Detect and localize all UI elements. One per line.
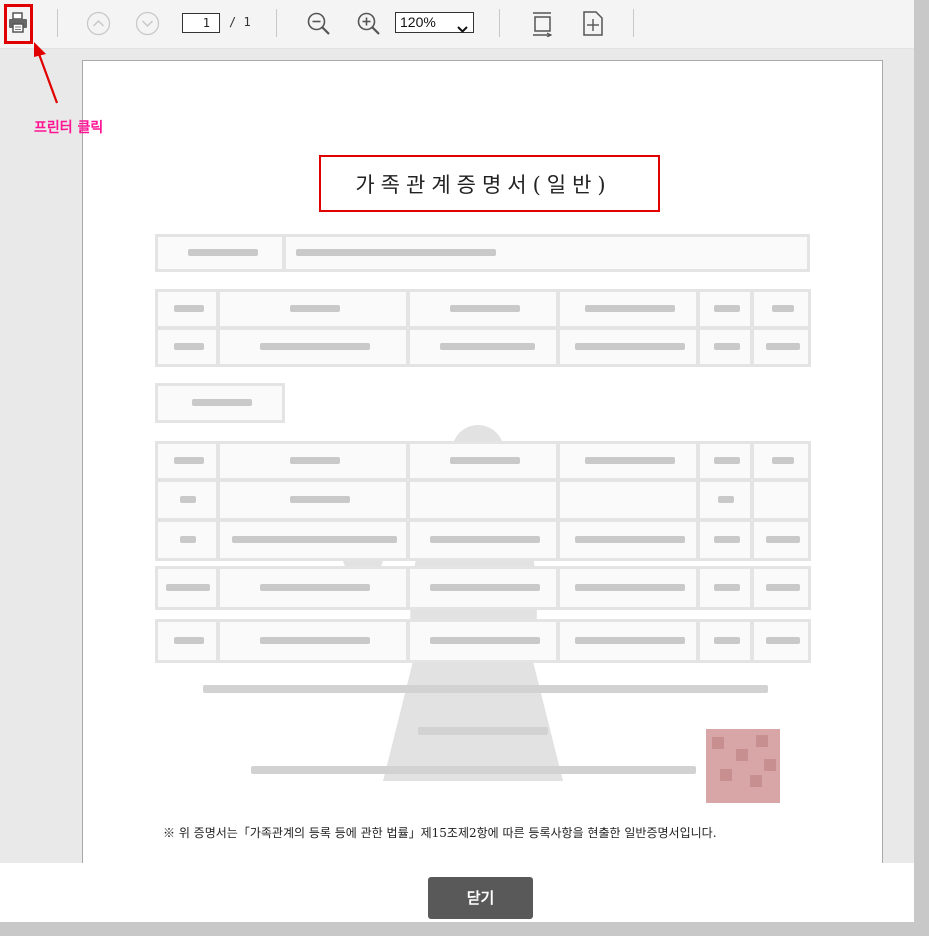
fit-width-icon[interactable] [582, 11, 604, 36]
document-title: 가족관계증명서(일반) [355, 173, 612, 197]
close-button[interactable]: 닫기 [428, 877, 533, 919]
prev-page-icon[interactable] [86, 11, 111, 36]
window-edge-bottom [0, 922, 929, 936]
annotation-arrow-icon [34, 42, 59, 104]
annotation-label: 프린터 클릭 [34, 120, 104, 136]
toolbar-separator [499, 9, 500, 37]
print-highlight-box [4, 4, 33, 44]
official-seal [706, 729, 780, 803]
page-total-label: / 1 [229, 15, 251, 29]
document-page: 가족관계증명서(일반) ※ 위 증명서는「가족관계의 등록 등에 관한 법률」제… [82, 60, 883, 863]
zoom-select[interactable]: 120% [395, 12, 474, 33]
toolbar: 1 / 1 120% [0, 0, 914, 49]
toolbar-separator [57, 9, 58, 37]
next-page-icon[interactable] [135, 11, 160, 36]
document-footnote: ※ 위 증명서는「가족관계의 등록 등에 관한 법률」제15조제2항에 따른 등… [163, 826, 717, 840]
pdf-viewer-window: 1 / 1 120% 가족관계증명서(일반) ※ 위 증명서는「가족관계의 등록… [0, 0, 914, 922]
document-viewer[interactable]: 가족관계증명서(일반) ※ 위 증명서는「가족관계의 등록 등에 관한 법률」제… [0, 49, 914, 863]
toolbar-separator [633, 9, 634, 37]
toolbar-separator [276, 9, 277, 37]
window-edge-right [914, 0, 929, 936]
fit-page-icon[interactable] [531, 11, 555, 37]
zoom-out-icon[interactable] [306, 11, 332, 37]
zoom-select-value: 120% [400, 14, 436, 30]
zoom-in-icon[interactable] [356, 11, 382, 37]
page-number-input[interactable]: 1 [182, 13, 220, 33]
chevron-down-icon [457, 19, 468, 38]
